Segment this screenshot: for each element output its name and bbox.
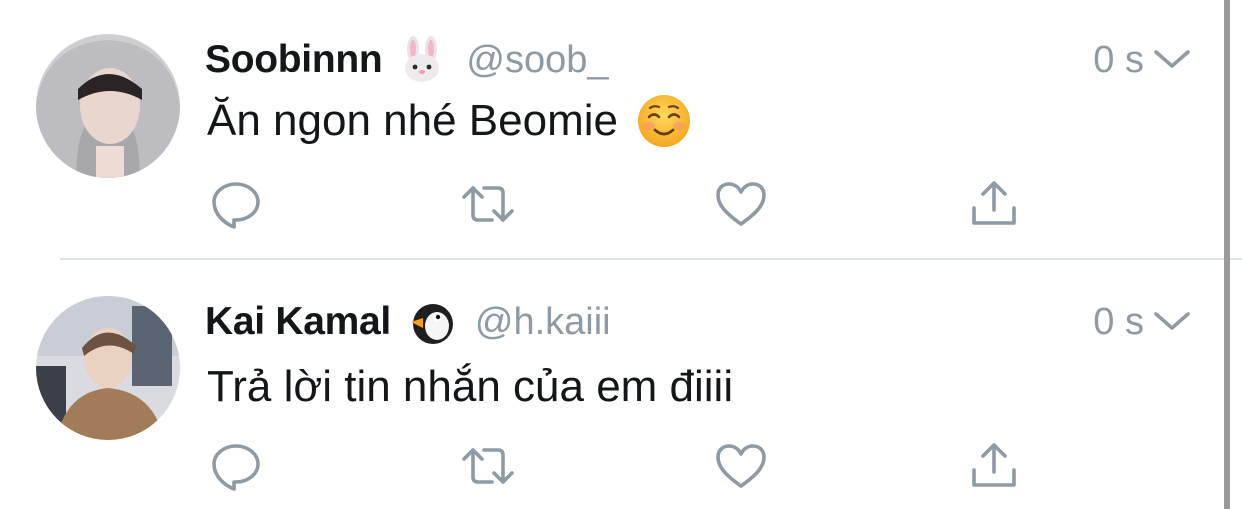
avatar[interactable] bbox=[36, 296, 180, 440]
retweet-icon[interactable] bbox=[460, 176, 516, 232]
tweet-header: Kai Kamal @h.kaiii 0 s bbox=[205, 294, 1222, 350]
rabbit-face-icon bbox=[398, 36, 446, 84]
tweet-actions bbox=[0, 176, 1222, 232]
tweet-header: Soobinnn @soob_ 0 s bbox=[205, 32, 1222, 88]
scrollbar[interactable] bbox=[1224, 0, 1230, 509]
timestamp: 0 s bbox=[1093, 300, 1144, 343]
reply-icon[interactable] bbox=[208, 176, 264, 232]
tweet[interactable]: Kai Kamal @h.kaiii 0 s Trả lời tin nhắn … bbox=[0, 260, 1222, 509]
user-handle[interactable]: @soob_ bbox=[466, 39, 608, 82]
display-name[interactable]: Kai Kamal bbox=[205, 300, 391, 344]
retweet-icon[interactable] bbox=[460, 438, 516, 494]
chevron-down-icon[interactable] bbox=[1152, 308, 1192, 334]
penguin-icon bbox=[407, 298, 455, 346]
reply-icon[interactable] bbox=[208, 438, 264, 494]
display-name[interactable]: Soobinnn bbox=[205, 38, 383, 82]
chevron-down-icon[interactable] bbox=[1152, 46, 1192, 72]
share-icon[interactable] bbox=[966, 438, 1022, 494]
smiling-face-icon bbox=[636, 93, 692, 149]
heart-icon[interactable] bbox=[713, 176, 769, 232]
tweet-body: Ăn ngon nhé Beomie bbox=[207, 96, 618, 145]
user-handle[interactable]: @h.kaiii bbox=[475, 301, 611, 344]
timestamp: 0 s bbox=[1093, 38, 1144, 81]
tweet-text: Trả lời tin nhắn của em điiii bbox=[207, 358, 733, 416]
heart-icon[interactable] bbox=[713, 438, 769, 494]
tweet[interactable]: Soobinnn @soob_ 0 s Ăn ngon nhé Beomie bbox=[0, 0, 1222, 258]
share-icon[interactable] bbox=[966, 176, 1022, 232]
tweet-actions bbox=[0, 438, 1222, 494]
tweet-text: Ăn ngon nhé Beomie bbox=[207, 92, 692, 150]
tweet-body: Trả lời tin nhắn của em điiii bbox=[207, 362, 734, 411]
avatar[interactable] bbox=[36, 34, 180, 178]
